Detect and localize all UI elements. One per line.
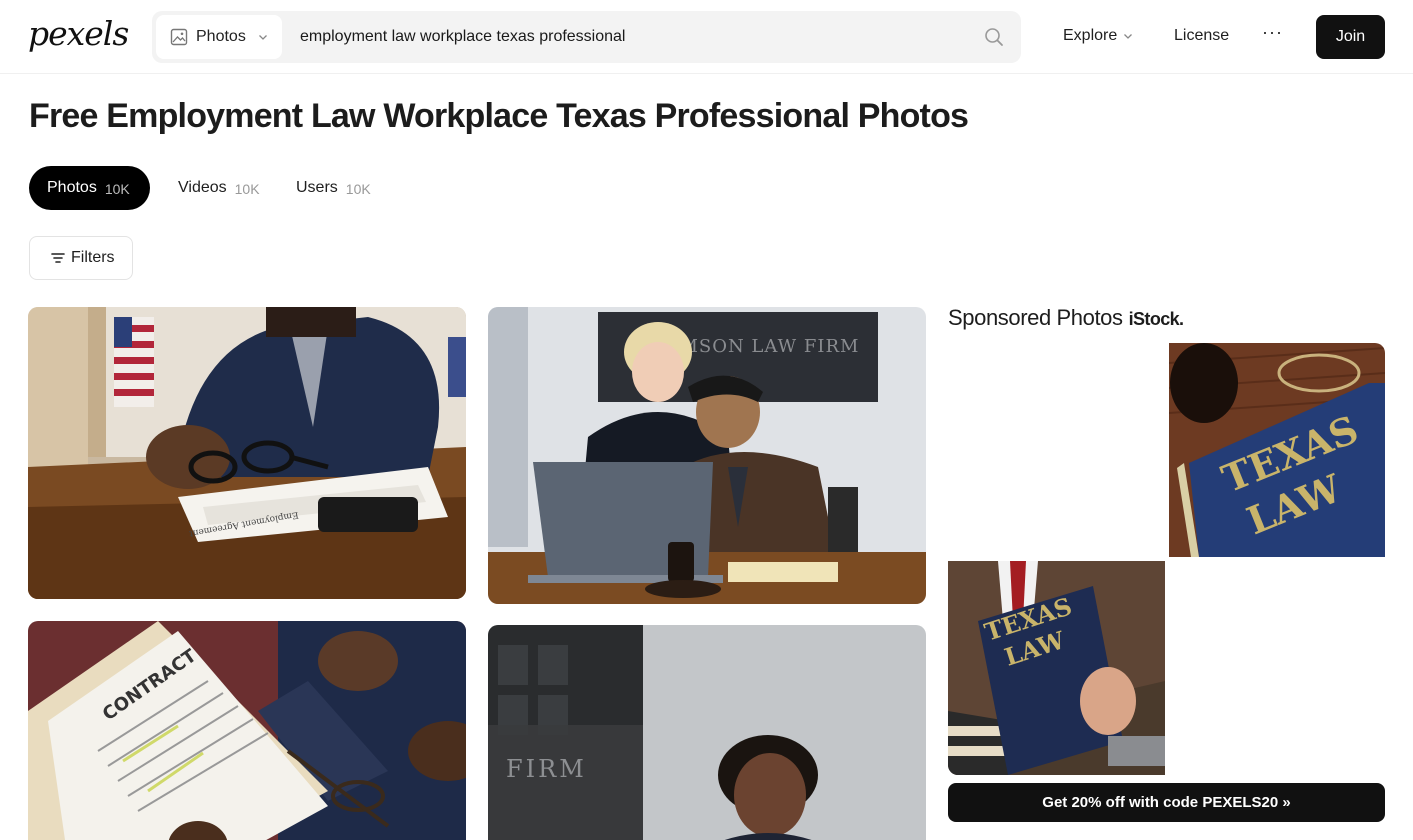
- filter-icon: [51, 253, 65, 263]
- search-input[interactable]: [300, 11, 960, 63]
- page-title: Free Employment Law Workplace Texas Prof…: [29, 97, 969, 135]
- tab-label: Photos: [47, 179, 97, 196]
- sponsored-photo[interactable]: TEXAS LAW: [1169, 343, 1385, 557]
- sponsored-heading: Sponsored Photos iStock.: [948, 305, 1184, 331]
- search-icon[interactable]: [983, 26, 1005, 48]
- image-icon: [170, 28, 188, 46]
- tab-count: 10K: [234, 181, 260, 197]
- photo-card[interactable]: CONTRACT: [28, 621, 466, 840]
- sponsored-title: Sponsored Photos: [948, 305, 1123, 330]
- search-type-dropdown[interactable]: Photos: [156, 15, 282, 59]
- tab-count: 10K: [104, 181, 130, 197]
- tab-photos[interactable]: Photos 10K: [29, 166, 150, 210]
- istock-logo[interactable]: iStock.: [1129, 309, 1184, 330]
- photo-card[interactable]: Employment Agreement: [28, 307, 466, 599]
- more-menu-icon[interactable]: ···: [1262, 22, 1283, 43]
- explore-menu[interactable]: Explore: [1063, 27, 1133, 45]
- photo-card[interactable]: FIRM: [488, 625, 926, 840]
- chevron-down-icon: [1124, 34, 1133, 39]
- photo-texas-law-book: TEXAS LAW: [1169, 343, 1385, 557]
- tab-videos[interactable]: Videos 10K: [178, 166, 260, 210]
- join-button[interactable]: Join: [1316, 15, 1385, 59]
- tab-count: 10K: [345, 181, 371, 197]
- promo-code-button[interactable]: Get 20% off with code PEXELS20 »: [948, 783, 1385, 822]
- search-type-label: Photos: [196, 28, 246, 45]
- photo-law-firm-laptop: SIMSON LAW FIRM: [488, 307, 926, 604]
- sponsored-photo[interactable]: TEXAS LAW: [948, 561, 1165, 775]
- photo-law-firm-woman: FIRM: [488, 625, 926, 840]
- explore-label: Explore: [1063, 27, 1118, 44]
- photo-card[interactable]: SIMSON LAW FIRM: [488, 307, 926, 604]
- filters-label: Filters: [71, 249, 115, 266]
- tab-users[interactable]: Users 10K: [296, 166, 371, 210]
- photo-contract-glasses: CONTRACT: [28, 621, 466, 840]
- tab-label: Users: [296, 179, 338, 196]
- photo-texas-law-man: TEXAS LAW: [948, 561, 1165, 775]
- chevron-down-icon: [258, 35, 267, 40]
- pexels-logo[interactable]: pexels: [28, 14, 129, 53]
- photo-overlay-text: FIRM: [506, 755, 587, 783]
- license-link[interactable]: License: [1174, 27, 1229, 45]
- top-navigation-bar: pexels Photos Explore License ··· Join: [0, 0, 1413, 74]
- tab-label: Videos: [178, 179, 227, 196]
- filters-button[interactable]: Filters: [29, 236, 133, 280]
- photo-employment-agreement: Employment Agreement: [28, 307, 466, 599]
- search-bar: Photos: [152, 11, 1021, 63]
